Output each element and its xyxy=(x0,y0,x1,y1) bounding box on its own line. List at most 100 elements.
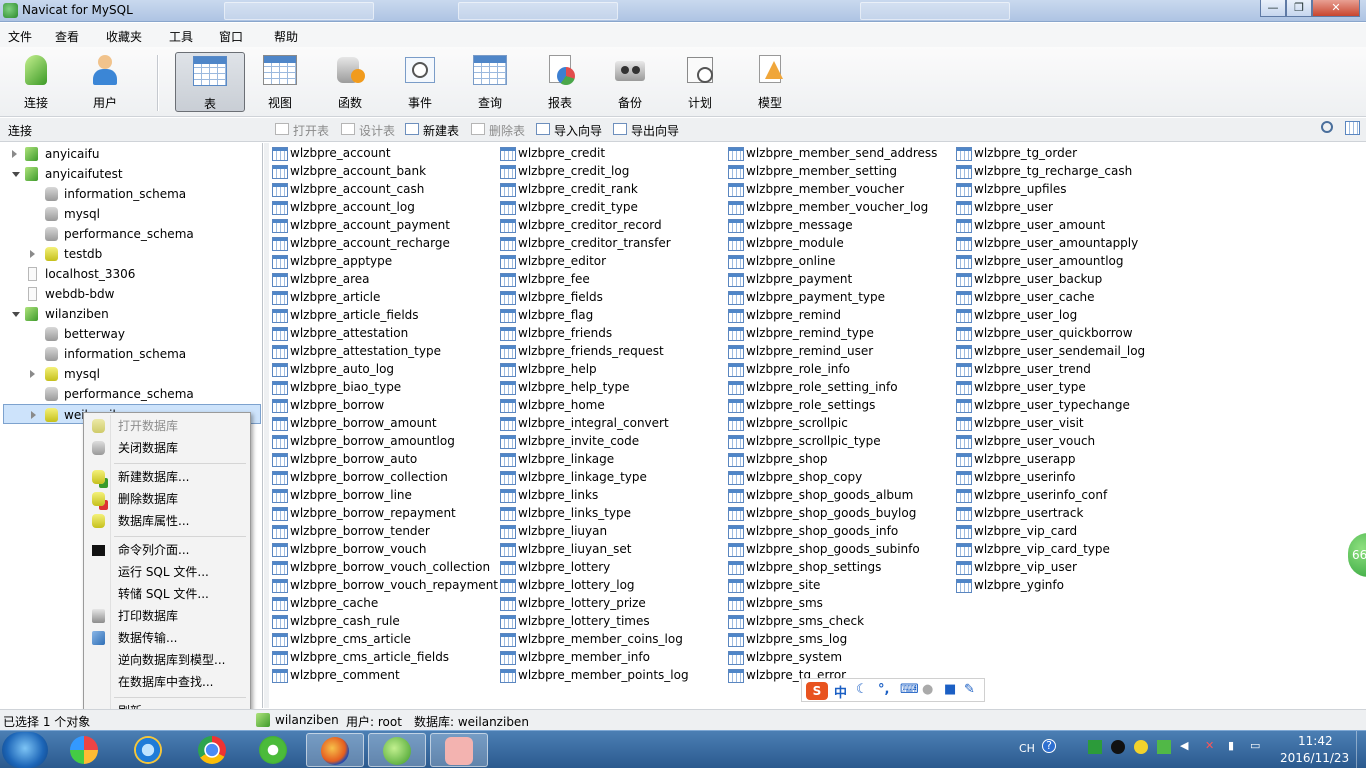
table-item[interactable]: wlzbpre_shop_settings xyxy=(726,558,937,576)
table-item[interactable]: wlzbpre_role_info xyxy=(726,360,937,378)
skin-icon[interactable]: ■ xyxy=(944,682,956,697)
table-item[interactable]: wlzbpre_account_payment xyxy=(270,216,498,234)
table-item[interactable]: wlzbpre_user_amount xyxy=(954,216,1145,234)
menu-tools[interactable]: 工具 xyxy=(169,28,193,45)
tree-connection-wilanziben[interactable]: wilanziben xyxy=(12,304,252,324)
table-item[interactable]: wlzbpre_editor xyxy=(498,252,689,270)
table-item[interactable]: wlzbpre_borrow_collection xyxy=(270,468,498,486)
table-item[interactable]: wlzbpre_borrow xyxy=(270,396,498,414)
expand-arrow-icon[interactable] xyxy=(12,150,17,158)
table-item[interactable]: wlzbpre_biao_type xyxy=(270,378,498,396)
taskbar-app[interactable] xyxy=(56,733,114,767)
table-item[interactable]: wlzbpre_shop_goods_buylog xyxy=(726,504,937,522)
menu-run-sql-file[interactable]: 运行 SQL 文件... xyxy=(86,561,248,583)
security-icon[interactable] xyxy=(1157,740,1171,754)
tray-app-icon[interactable] xyxy=(1134,740,1148,754)
start-button[interactable] xyxy=(2,732,48,768)
table-item[interactable]: wlzbpre_fee xyxy=(498,270,689,288)
table-item[interactable]: wlzbpre_remind xyxy=(726,306,937,324)
menu-close-database[interactable]: 关闭数据库 xyxy=(86,437,248,459)
tree-database[interactable]: mysql xyxy=(30,364,252,384)
toolbar-backup-button[interactable]: 备份 xyxy=(599,52,661,112)
table-item[interactable]: wlzbpre_payment xyxy=(726,270,937,288)
table-item[interactable]: wlzbpre_borrow_auto xyxy=(270,450,498,468)
tree-connection-anyicaifutest[interactable]: anyicaifutest xyxy=(12,164,252,184)
table-item[interactable]: wlzbpre_invite_code xyxy=(498,432,689,450)
table-item[interactable]: wlzbpre_role_settings xyxy=(726,396,937,414)
tree-database[interactable]: testdb xyxy=(30,244,252,264)
table-item[interactable]: wlzbpre_credit xyxy=(498,144,689,162)
table-item[interactable]: wlzbpre_help xyxy=(498,360,689,378)
taskbar-chrome[interactable] xyxy=(184,733,242,767)
toolbar-event-button[interactable]: 事件 xyxy=(389,52,451,112)
table-item[interactable]: wlzbpre_user_sendemail_log xyxy=(954,342,1145,360)
toolbar-user-button[interactable]: 用户 xyxy=(74,52,136,112)
table-item[interactable]: wlzbpre_scrollpic xyxy=(726,414,937,432)
table-item[interactable]: wlzbpre_user xyxy=(954,198,1145,216)
table-item[interactable]: wlzbpre_help_type xyxy=(498,378,689,396)
tree-connection-anyicaifu[interactable]: anyicaifu xyxy=(12,144,252,164)
table-item[interactable]: wlzbpre_yginfo xyxy=(954,576,1145,594)
table-item[interactable]: wlzbpre_credit_log xyxy=(498,162,689,180)
menu-open-database[interactable]: 打开数据库 xyxy=(86,415,248,437)
table-item[interactable]: wlzbpre_member_setting xyxy=(726,162,937,180)
table-item[interactable]: wlzbpre_member_voucher xyxy=(726,180,937,198)
toolbar-report-button[interactable]: 报表 xyxy=(529,52,591,112)
table-item[interactable]: wlzbpre_borrow_tender xyxy=(270,522,498,540)
taskbar-360[interactable] xyxy=(245,733,303,767)
table-item[interactable]: wlzbpre_user_amountlog xyxy=(954,252,1145,270)
delete-table-button[interactable]: 删除表 xyxy=(471,122,525,139)
table-item[interactable]: wlzbpre_account_cash xyxy=(270,180,498,198)
table-item[interactable]: wlzbpre_linkage_type xyxy=(498,468,689,486)
table-item[interactable]: wlzbpre_attestation_type xyxy=(270,342,498,360)
tree-database[interactable]: performance_schema xyxy=(32,224,252,244)
table-item[interactable]: wlzbpre_role_setting_info xyxy=(726,378,937,396)
table-item[interactable]: wlzbpre_liuyan xyxy=(498,522,689,540)
clock-date[interactable]: 2016/11/23 xyxy=(1280,751,1349,765)
table-item[interactable]: wlzbpre_links_type xyxy=(498,504,689,522)
power-icon[interactable]: ▭ xyxy=(1250,739,1260,752)
table-item[interactable]: wlzbpre_borrow_vouch_repayment xyxy=(270,576,498,594)
close-button[interactable]: ✕ xyxy=(1312,0,1360,17)
table-item[interactable]: wlzbpre_account_recharge xyxy=(270,234,498,252)
table-item[interactable]: wlzbpre_cms_article xyxy=(270,630,498,648)
volume-icon[interactable]: ◀ xyxy=(1180,739,1188,752)
toolbar-table-button[interactable]: 表 xyxy=(175,52,245,112)
table-item[interactable]: wlzbpre_scrollpic_type xyxy=(726,432,937,450)
table-item[interactable]: wlzbpre_user_visit xyxy=(954,414,1145,432)
table-item[interactable]: wlzbpre_member_voucher_log xyxy=(726,198,937,216)
maximize-button[interactable]: ❐ xyxy=(1286,0,1312,17)
new-table-button[interactable]: 新建表 xyxy=(405,122,459,139)
search-icon[interactable] xyxy=(1321,121,1333,133)
expand-arrow-icon[interactable] xyxy=(31,411,36,419)
table-item[interactable]: wlzbpre_article xyxy=(270,288,498,306)
table-item[interactable]: wlzbpre_friends_request xyxy=(498,342,689,360)
table-item[interactable]: wlzbpre_user_vouch xyxy=(954,432,1145,450)
toolbar-model-button[interactable]: 模型 xyxy=(739,52,801,112)
table-item[interactable]: wlzbpre_borrow_line xyxy=(270,486,498,504)
collapse-arrow-icon[interactable] xyxy=(12,172,20,177)
import-wizard-button[interactable]: 导入向导 xyxy=(536,122,602,139)
expand-arrow-icon[interactable] xyxy=(30,250,35,258)
table-item[interactable]: wlzbpre_vip_card_type xyxy=(954,540,1145,558)
menu-favorites[interactable]: 收藏夹 xyxy=(106,28,142,45)
table-item[interactable]: wlzbpre_cache xyxy=(270,594,498,612)
table-item[interactable]: wlzbpre_system xyxy=(726,648,937,666)
table-item[interactable]: wlzbpre_sms_check xyxy=(726,612,937,630)
table-item[interactable]: wlzbpre_message xyxy=(726,216,937,234)
table-item[interactable]: wlzbpre_shop_goods_album xyxy=(726,486,937,504)
table-item[interactable]: wlzbpre_site xyxy=(726,576,937,594)
table-item[interactable]: wlzbpre_lottery_log xyxy=(498,576,689,594)
table-item[interactable]: wlzbpre_module xyxy=(726,234,937,252)
table-item[interactable]: wlzbpre_account xyxy=(270,144,498,162)
taskbar-ie[interactable] xyxy=(120,733,178,767)
table-item[interactable]: wlzbpre_account_log xyxy=(270,198,498,216)
menu-help[interactable]: 帮助 xyxy=(274,28,298,45)
toolbar-view-button[interactable]: 视图 xyxy=(249,52,311,112)
table-item[interactable]: wlzbpre_fields xyxy=(498,288,689,306)
tree-database[interactable]: mysql xyxy=(32,204,252,224)
table-item[interactable]: wlzbpre_lottery xyxy=(498,558,689,576)
toolbar-schedule-button[interactable]: 计划 xyxy=(669,52,731,112)
table-item[interactable]: wlzbpre_liuyan_set xyxy=(498,540,689,558)
menu-delete-database[interactable]: 删除数据库 xyxy=(86,488,248,510)
